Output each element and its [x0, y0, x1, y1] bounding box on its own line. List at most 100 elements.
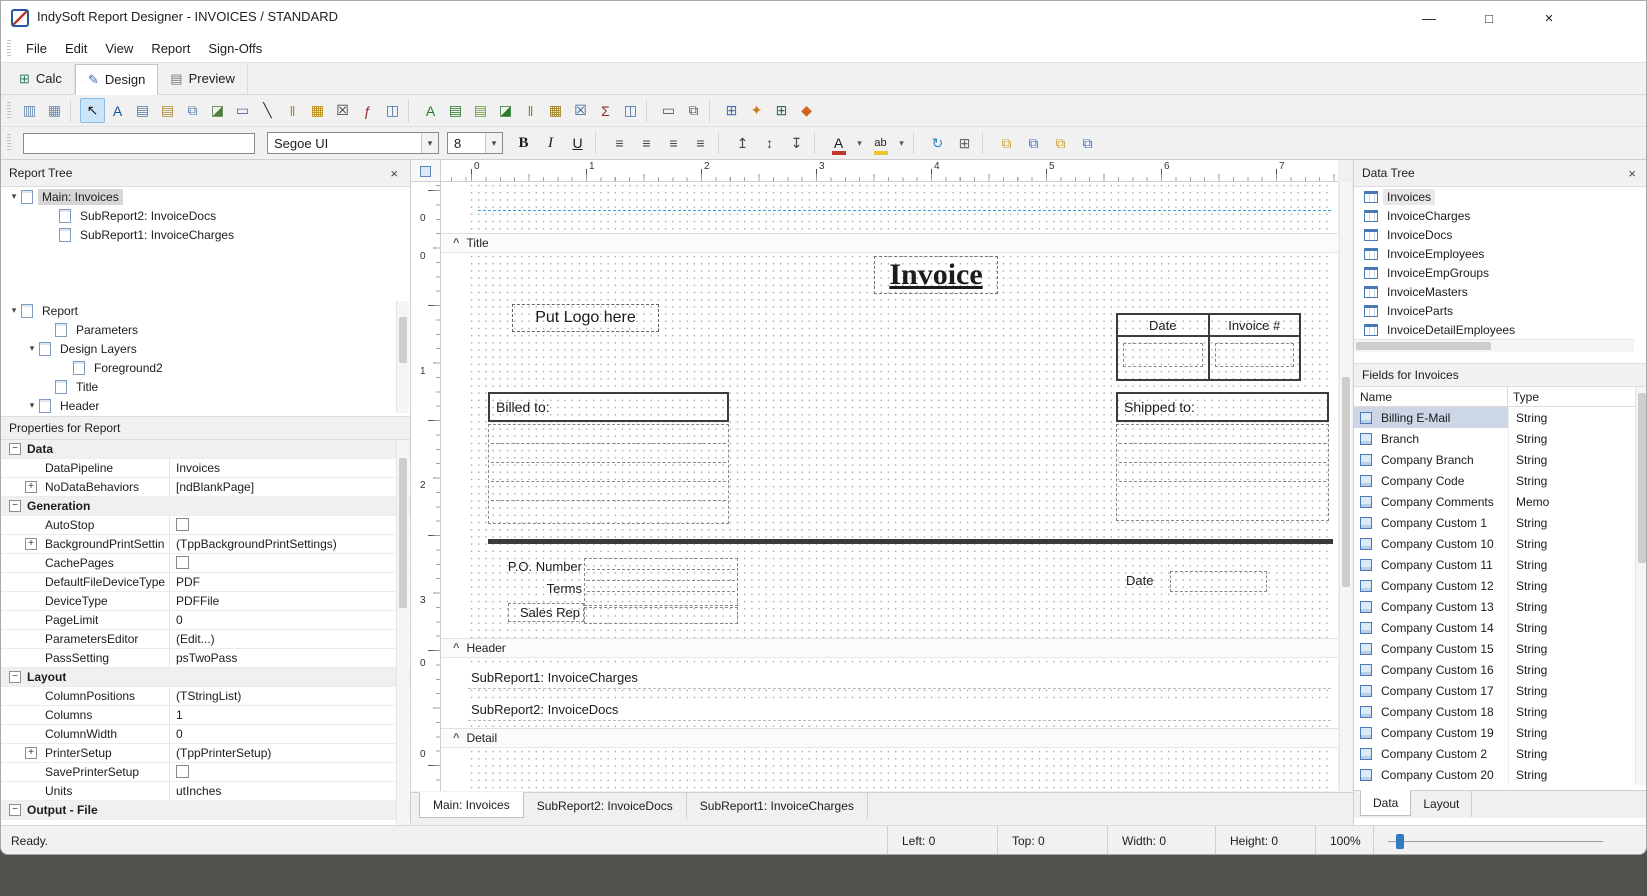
- field-row[interactable]: Company Custom 16 String: [1354, 659, 1647, 680]
- field-row[interactable]: Company Custom 17 String: [1354, 680, 1647, 701]
- grid-snap-icon[interactable]: ⊞: [952, 131, 977, 156]
- subreport1-object[interactable]: SubReport1: InvoiceCharges: [468, 667, 1331, 689]
- pages-tool-icon[interactable]: ⧉: [180, 98, 205, 123]
- detail-band-bar[interactable]: ^ Detail: [441, 728, 1338, 748]
- report-tree-node[interactable]: Parameters: [1, 320, 410, 339]
- property-expander-icon[interactable]: [9, 443, 21, 455]
- property-value[interactable]: (Edit...): [176, 632, 394, 646]
- property-value[interactable]: [176, 765, 394, 779]
- right-panel-tab[interactable]: Data: [1360, 790, 1411, 816]
- tree-expander-icon[interactable]: ▾: [7, 191, 21, 202]
- report-tree-node[interactable]: ▾ Design Layers: [1, 339, 410, 358]
- property-row[interactable]: BackgroundPrintSettin (TppBackgroundPrin…: [1, 535, 410, 554]
- minimize-button[interactable]: —: [1399, 1, 1459, 35]
- align-center-icon[interactable]: ≡: [634, 131, 659, 156]
- bring-forward-icon[interactable]: ⧉: [1048, 131, 1073, 156]
- field-row[interactable]: Company Custom 15 String: [1354, 638, 1647, 659]
- field-row[interactable]: Branch String: [1354, 428, 1647, 449]
- property-value[interactable]: PDFFile: [176, 594, 394, 608]
- band-collapse-icon[interactable]: ^: [453, 642, 459, 654]
- subreport2-object[interactable]: SubReport2: InvoiceDocs: [468, 699, 1331, 721]
- property-row[interactable]: NoDataBehaviors [ndBlankPage]: [1, 478, 410, 497]
- hatch-columns-icon[interactable]: ▥: [17, 98, 42, 123]
- property-value[interactable]: (TppPrinterSetup): [176, 746, 394, 760]
- scrollbar-thumb[interactable]: [1356, 342, 1491, 350]
- close-button[interactable]: ×: [1519, 1, 1579, 35]
- calc-tool-icon[interactable]: ƒ: [355, 98, 380, 123]
- field-row[interactable]: Billing E-Mail String: [1354, 407, 1647, 428]
- field-row[interactable]: Company Custom 13 String: [1354, 596, 1647, 617]
- sales-rep-label[interactable]: Sales Rep: [508, 603, 584, 622]
- zoom-slider-track[interactable]: [1388, 841, 1603, 842]
- italic-button[interactable]: I: [538, 131, 563, 156]
- property-row[interactable]: Output - File: [1, 801, 410, 820]
- band-collapse-icon[interactable]: ^: [453, 237, 459, 249]
- close-panel-icon[interactable]: ×: [386, 166, 402, 181]
- field-row[interactable]: Company Custom 19 String: [1354, 722, 1647, 743]
- subreport-tool-icon[interactable]: ⧉: [681, 98, 706, 123]
- property-value[interactable]: PDF: [176, 575, 394, 589]
- data-tree-node[interactable]: InvoiceMasters: [1354, 282, 1647, 301]
- property-row[interactable]: CachePages: [1, 554, 410, 573]
- report-tree-node[interactable]: Foreground2: [1, 358, 410, 377]
- field-row[interactable]: Company Custom 1 String: [1354, 512, 1647, 533]
- field-row[interactable]: Company Custom 10 String: [1354, 533, 1647, 554]
- date-invoice-table[interactable]: Date Invoice #: [1116, 313, 1301, 381]
- image-tool-icon[interactable]: ◪: [205, 98, 230, 123]
- report-tab[interactable]: Main: Invoices: [419, 792, 524, 818]
- report-tree-node[interactable]: SubReport2: InvoiceDocs: [1, 206, 410, 225]
- select-tool-icon[interactable]: ↖: [80, 98, 105, 123]
- billed-to-label[interactable]: Billed to:: [488, 392, 729, 422]
- billed-to-region[interactable]: [488, 424, 729, 524]
- style-name-input[interactable]: [23, 133, 255, 154]
- bring-to-front-icon[interactable]: ⧉: [994, 131, 1019, 156]
- property-expander-icon[interactable]: [25, 747, 37, 759]
- property-value[interactable]: utInches: [176, 784, 394, 798]
- field-row[interactable]: Company Custom 2 String: [1354, 743, 1647, 764]
- field-row[interactable]: Company Custom 14 String: [1354, 617, 1647, 638]
- memo-tool-icon[interactable]: ▤: [130, 98, 155, 123]
- align-bottom-icon[interactable]: ↧: [784, 131, 809, 156]
- label-tool-icon[interactable]: A: [105, 98, 130, 123]
- dropdown-arrow-icon[interactable]: ▾: [421, 133, 438, 153]
- report-tree-node[interactable]: Title: [1, 377, 410, 396]
- property-value[interactable]: 0: [176, 727, 394, 741]
- report-tree-node[interactable]: ▾ Header: [1, 396, 410, 415]
- bold-button[interactable]: B: [511, 131, 536, 156]
- scrollbar-thumb[interactable]: [399, 458, 407, 608]
- report-tree-scrollbar[interactable]: [396, 301, 409, 413]
- theme-icon[interactable]: ◆: [794, 98, 819, 123]
- align-middle-icon[interactable]: ↕: [757, 131, 782, 156]
- dropdown-arrow-icon[interactable]: ▾: [485, 133, 502, 153]
- highlight-color-dropdown-icon[interactable]: ▾: [895, 131, 908, 156]
- property-row[interactable]: ColumnPositions (TStringList): [1, 687, 410, 706]
- db-chart-tool-icon[interactable]: ◫: [618, 98, 643, 123]
- property-expander-icon[interactable]: [9, 804, 21, 816]
- align-left-icon[interactable]: ≡: [607, 131, 632, 156]
- field-row[interactable]: Company Custom 20 String: [1354, 764, 1647, 785]
- checkbox-tool-icon[interactable]: ☒: [330, 98, 355, 123]
- shipped-to-region[interactable]: [1116, 424, 1329, 521]
- property-row[interactable]: Data: [1, 440, 410, 459]
- highlight-color-icon[interactable]: ab: [868, 131, 893, 156]
- field-row[interactable]: Company Custom 12 String: [1354, 575, 1647, 596]
- db-image-tool-icon[interactable]: ◪: [493, 98, 518, 123]
- send-backward-icon[interactable]: ⧉: [1075, 131, 1100, 156]
- property-value[interactable]: (TppBackgroundPrintSettings): [176, 537, 394, 551]
- report-tab[interactable]: SubReport2: InvoiceDocs: [524, 793, 687, 819]
- header-band-bar[interactable]: ^ Header: [441, 638, 1338, 658]
- region-tool-icon[interactable]: ▭: [656, 98, 681, 123]
- terms-label[interactable]: Terms: [489, 581, 582, 596]
- font-color-icon[interactable]: A: [826, 131, 851, 156]
- property-row[interactable]: AutoStop: [1, 516, 410, 535]
- crosstab-tool-icon[interactable]: ⊞: [719, 98, 744, 123]
- date-label[interactable]: Date: [1126, 573, 1153, 588]
- hatch-grid-icon[interactable]: ▦: [42, 98, 67, 123]
- wizard-icon[interactable]: ✦: [744, 98, 769, 123]
- scrollbar-thumb[interactable]: [1342, 377, 1350, 587]
- property-value[interactable]: 0: [176, 613, 394, 627]
- po-number-label[interactable]: P.O. Number: [489, 559, 582, 574]
- font-family-select[interactable]: Segoe UI ▾: [267, 132, 439, 154]
- invoice-number-value-cell[interactable]: [1208, 337, 1300, 379]
- data-tree-hscrollbar[interactable]: [1354, 339, 1634, 352]
